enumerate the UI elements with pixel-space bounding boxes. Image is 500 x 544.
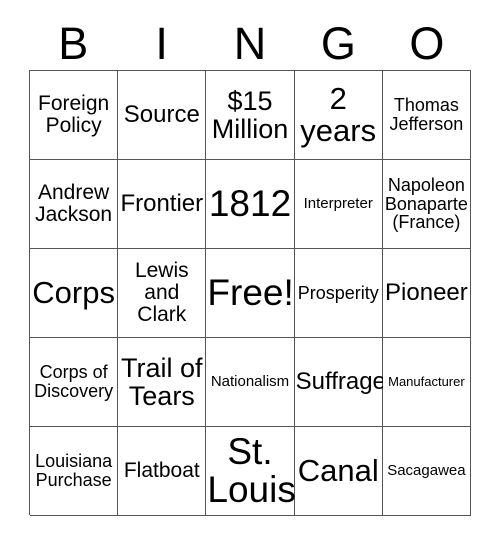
bingo-card: B I N G O Foreign Policy Source $15 Mill…	[0, 0, 500, 544]
bingo-row: Corps Lewis and Clark Free! Prosperity P…	[30, 249, 472, 338]
bingo-cell[interactable]: Frontier	[118, 160, 207, 249]
bingo-cell[interactable]: Pioneer	[382, 249, 472, 338]
bingo-cell[interactable]: Trail of Tears	[118, 338, 207, 427]
bingo-cell-text: 2 years	[300, 80, 377, 148]
bingo-cell-text: $15 Million	[211, 85, 289, 144]
bingo-cell-text: Trail of Tears	[121, 352, 203, 411]
bingo-cell-text: Corps	[32, 274, 115, 310]
bingo-cell[interactable]: St. Louis	[206, 427, 296, 516]
bingo-cell-text: Canal	[297, 452, 379, 488]
bingo-cell[interactable]: Lewis and Clark	[118, 249, 207, 338]
bingo-cell-text: Corps of Discovery	[34, 362, 114, 401]
bingo-cell[interactable]: Thomas Jefferson	[382, 71, 472, 160]
header-letter-b: B	[58, 17, 89, 69]
bingo-cell-text: Foreign Policy	[38, 92, 110, 137]
bingo-cell-text: Napoleon Bonaparte (France)	[384, 174, 468, 233]
bingo-header-row: B I N G O	[29, 16, 471, 70]
bingo-cell-text: Pioneer	[385, 278, 468, 306]
bingo-free-space[interactable]: Free!	[206, 249, 295, 338]
bingo-cell-text: 1812	[208, 182, 292, 224]
bingo-cell[interactable]: Manufacturer	[382, 338, 472, 427]
bingo-cell[interactable]: Corps of Discovery	[30, 338, 119, 427]
bingo-cell[interactable]: Napoleon Bonaparte (France)	[382, 160, 472, 249]
bingo-row: Corps of Discovery Trail of Tears Nation…	[30, 338, 472, 427]
bingo-cell-text: Thomas Jefferson	[389, 95, 464, 134]
bingo-row: Andrew Jackson Frontier 1812 Interpreter…	[30, 160, 472, 249]
bingo-cell-text: Louisiana Purchase	[35, 451, 113, 490]
bingo-cell[interactable]: Interpreter	[294, 160, 383, 249]
bingo-cell[interactable]: Andrew Jackson	[30, 160, 119, 249]
header-letter-o: O	[409, 17, 445, 69]
bingo-cell[interactable]: $15 Million	[206, 71, 295, 160]
bingo-cell[interactable]: Flatboat	[118, 427, 207, 516]
bingo-cell-text: Andrew Jackson	[35, 181, 113, 226]
bingo-cell-text: Source	[123, 100, 200, 128]
bingo-cell-text: Interpreter	[303, 195, 373, 213]
bingo-cell[interactable]: 1812	[206, 160, 295, 249]
bingo-cell-text: Nationalism	[210, 373, 290, 391]
bingo-cell-text: Sacagawea	[387, 462, 466, 480]
header-letter-i: I	[155, 17, 168, 69]
bingo-grid: Foreign Policy Source $15 Million 2 year…	[29, 70, 472, 516]
bingo-cell-text: Lewis and Clark	[134, 259, 189, 326]
bingo-free-space-text: Free!	[207, 271, 294, 313]
bingo-row: Foreign Policy Source $15 Million 2 year…	[30, 71, 472, 160]
bingo-cell[interactable]: Foreign Policy	[30, 71, 119, 160]
bingo-cell[interactable]: Suffrage	[294, 338, 386, 427]
bingo-cell[interactable]: 2 years	[294, 71, 383, 160]
bingo-cell-text: Manufacturer	[388, 374, 465, 390]
bingo-row: Louisiana Purchase Flatboat St. Louis Ca…	[30, 427, 472, 516]
header-letter-n: N	[233, 17, 267, 69]
bingo-cell[interactable]: Corps	[30, 249, 119, 338]
bingo-cell-text: St. Louis	[207, 430, 296, 510]
bingo-cell[interactable]: Prosperity	[294, 249, 383, 338]
bingo-cell-text: Prosperity	[297, 282, 379, 303]
bingo-cell[interactable]: Nationalism	[206, 338, 295, 427]
bingo-cell-text: Flatboat	[123, 459, 200, 483]
bingo-cell[interactable]: Louisiana Purchase	[30, 427, 119, 516]
bingo-cell-text: Suffrage	[295, 367, 386, 395]
bingo-cell[interactable]: Source	[118, 71, 207, 160]
header-letter-g: G	[320, 17, 356, 69]
bingo-cell[interactable]: Canal	[294, 427, 383, 516]
bingo-cell-text: Frontier	[120, 189, 204, 217]
bingo-cell[interactable]: Sacagawea	[382, 427, 472, 516]
